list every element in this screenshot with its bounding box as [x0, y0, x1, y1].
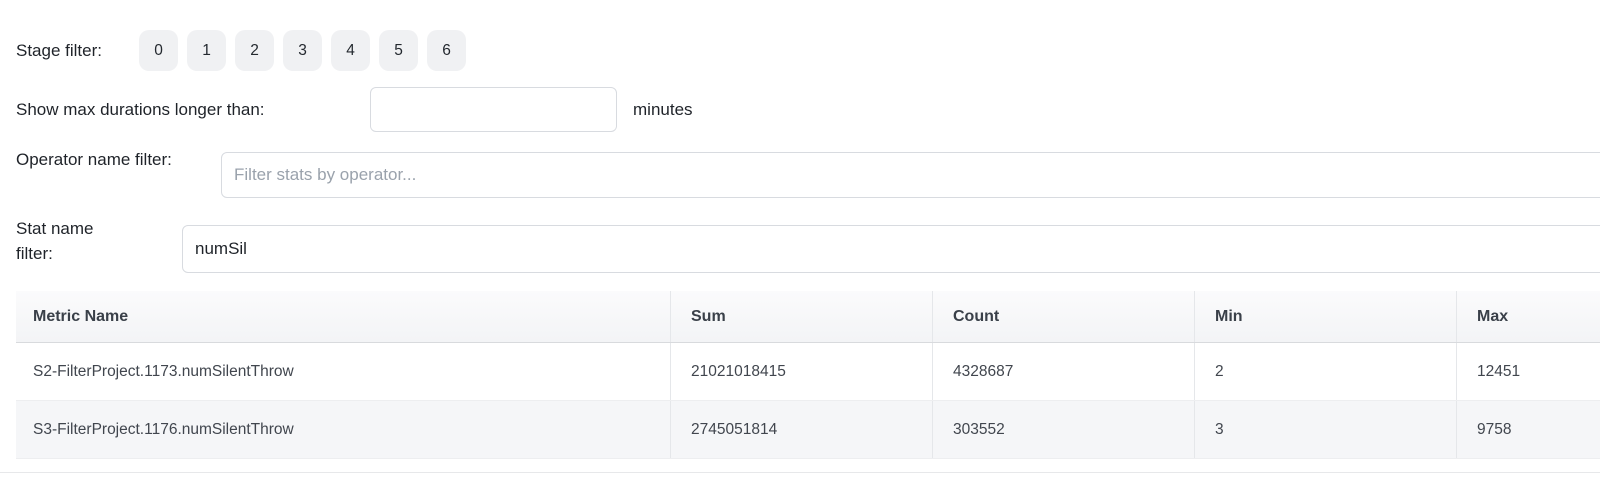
operator-filter-label: Operator name filter:	[16, 147, 181, 172]
stage-filter-button-6[interactable]: 6	[427, 30, 466, 71]
column-header-sum: Sum	[670, 291, 932, 342]
stage-filter-button-3[interactable]: 3	[283, 30, 322, 71]
duration-unit-label: minutes	[633, 97, 987, 122]
duration-filter-row: Show max durations longer than: minutes	[0, 87, 987, 132]
column-header-max: Max	[1456, 291, 1600, 342]
cell-max: 9758	[1456, 401, 1600, 458]
cell-metric-name: S3-FilterProject.1176.numSilentThrow	[16, 401, 670, 458]
cell-count: 303552	[932, 401, 1194, 458]
stage-filter-button-4[interactable]: 4	[331, 30, 370, 71]
stage-filter-button-0[interactable]: 0	[139, 30, 178, 71]
cell-min: 2	[1194, 343, 1456, 400]
cell-max: 12451	[1456, 343, 1600, 400]
stage-filter-label: Stage filter:	[16, 38, 102, 63]
duration-filter-input[interactable]	[370, 87, 617, 132]
operator-filter-input[interactable]	[221, 152, 1600, 198]
page: Stage filter: 0 1 2 3 4 5 6 Show max dur…	[0, 0, 1600, 499]
cell-metric-name: S2-FilterProject.1173.numSilentThrow	[16, 343, 670, 400]
metrics-table: Metric Name Sum Count Min Max S2-FilterP…	[16, 291, 1600, 459]
stage-filter-button-2[interactable]: 2	[235, 30, 274, 71]
table-row: S2-FilterProject.1173.numSilentThrow 210…	[16, 343, 1600, 401]
column-header-metric-name: Metric Name	[16, 291, 670, 342]
duration-filter-label: Show max durations longer than:	[16, 97, 370, 122]
stage-filter-row: Stage filter: 0 1 2 3 4 5 6	[16, 30, 475, 71]
table-row: S3-FilterProject.1176.numSilentThrow 274…	[16, 401, 1600, 459]
cell-count: 4328687	[932, 343, 1194, 400]
column-header-min: Min	[1194, 291, 1456, 342]
page-bottom-divider	[0, 472, 1600, 473]
stat-filter-input[interactable]	[182, 225, 1600, 273]
cell-sum: 2745051814	[670, 401, 932, 458]
column-header-count: Count	[932, 291, 1194, 342]
stage-filter-button-1[interactable]: 1	[187, 30, 226, 71]
stat-filter-label: Stat name filter:	[16, 216, 126, 266]
cell-sum: 21021018415	[670, 343, 932, 400]
cell-min: 3	[1194, 401, 1456, 458]
table-header-row: Metric Name Sum Count Min Max	[16, 291, 1600, 343]
stage-filter-button-5[interactable]: 5	[379, 30, 418, 71]
